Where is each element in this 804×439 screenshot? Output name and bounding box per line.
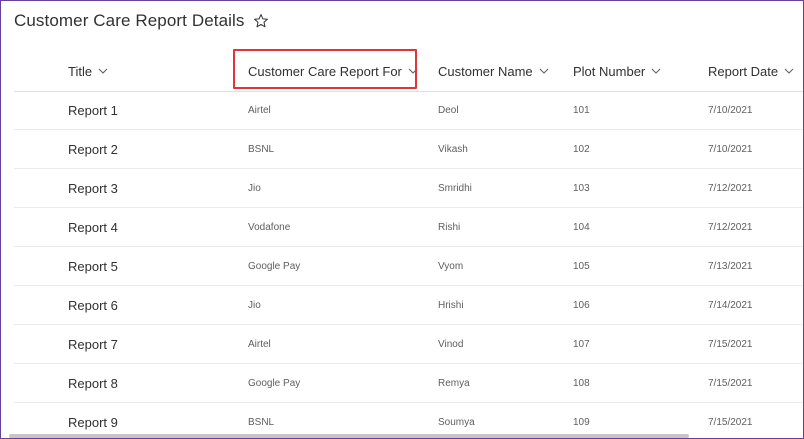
column-header-label: Customer Care Report For: [248, 63, 402, 79]
cell-title[interactable]: Report 4: [68, 208, 118, 246]
cell-plot-number: 103: [573, 182, 590, 194]
cell-plot-number: 105: [573, 260, 590, 272]
table-row[interactable]: Report 3 Jio Smridhi 103 7/12/2021: [14, 169, 803, 208]
cell-plot-number: 104: [573, 221, 590, 233]
cell-title[interactable]: Report 7: [68, 325, 118, 363]
cell-report-for: Vodafone: [248, 221, 291, 233]
cell-report-date: 7/15/2021: [708, 377, 753, 389]
cell-title[interactable]: Report 1: [68, 91, 118, 129]
cell-customer-name: Hrishi: [438, 299, 464, 311]
column-header-customer-name[interactable]: Customer Name: [438, 51, 549, 91]
column-header-plot-number[interactable]: Plot Number: [573, 51, 661, 91]
table-row[interactable]: Report 2 BSNL Vikash 102 7/10/2021: [14, 130, 803, 169]
cell-customer-name: Smridhi: [438, 182, 472, 194]
cell-customer-name: Vyom: [438, 260, 464, 272]
cell-title[interactable]: Report 5: [68, 247, 118, 285]
cell-plot-number: 108: [573, 377, 590, 389]
table-row[interactable]: Report 1 Airtel Deol 101 7/10/2021: [14, 91, 803, 130]
star-outline-icon[interactable]: [253, 13, 269, 29]
column-header-row: Title Customer Care Report For Customer …: [14, 51, 803, 92]
table-row[interactable]: Report 7 Airtel Vinod 107 7/15/2021: [14, 325, 803, 364]
cell-report-date: 7/12/2021: [708, 221, 753, 233]
cell-report-for: BSNL: [248, 143, 275, 155]
column-header-label: Plot Number: [573, 63, 646, 79]
cell-title[interactable]: Report 6: [68, 286, 118, 324]
page-title: Customer Care Report Details: [14, 11, 245, 30]
cell-customer-name: Vinod: [438, 338, 464, 350]
cell-customer-name: Rishi: [438, 221, 461, 233]
column-header-report-date[interactable]: Report Date: [708, 51, 794, 91]
cell-title[interactable]: Report 8: [68, 364, 118, 402]
cell-report-for: Jio: [248, 182, 261, 194]
title-row: Customer Care Report Details: [14, 9, 269, 33]
cell-plot-number: 102: [573, 143, 590, 155]
cell-report-date: 7/13/2021: [708, 260, 753, 272]
cell-report-for: Airtel: [248, 104, 271, 116]
table-row[interactable]: Report 6 Jio Hrishi 106 7/14/2021: [14, 286, 803, 325]
list-view-frame: Customer Care Report Details Title Custo…: [0, 0, 804, 439]
chevron-down-icon: [539, 66, 549, 76]
table-row[interactable]: Report 8 Google Pay Remya 108 7/15/2021: [14, 364, 803, 403]
table-body: Report 1 Airtel Deol 101 7/10/2021 Repor…: [14, 91, 803, 438]
cell-report-for: Google Pay: [248, 377, 301, 389]
cell-customer-name: Remya: [438, 377, 470, 389]
chevron-down-icon: [408, 66, 418, 76]
cell-plot-number: 101: [573, 104, 590, 116]
table-row[interactable]: Report 4 Vodafone Rishi 104 7/12/2021: [14, 208, 803, 247]
column-header-label: Report Date: [708, 63, 779, 79]
cell-customer-name: Vikash: [438, 143, 468, 155]
cell-customer-name: Deol: [438, 104, 459, 116]
cell-report-for: Airtel: [248, 338, 271, 350]
cell-report-for: Jio: [248, 299, 261, 311]
cell-report-date: 7/10/2021: [708, 143, 753, 155]
column-header-label: Title: [68, 63, 93, 79]
cell-report-date: 7/15/2021: [708, 416, 753, 428]
column-header-label: Customer Name: [438, 63, 533, 79]
cell-title[interactable]: Report 3: [68, 169, 118, 207]
cell-report-date: 7/15/2021: [708, 338, 753, 350]
cell-report-date: 7/14/2021: [708, 299, 753, 311]
cell-title[interactable]: Report 2: [68, 130, 118, 168]
column-header-title[interactable]: Title: [68, 51, 108, 91]
chevron-down-icon: [98, 66, 108, 76]
cell-plot-number: 107: [573, 338, 590, 350]
cell-report-date: 7/10/2021: [708, 104, 753, 116]
chevron-down-icon: [784, 66, 794, 76]
column-header-report-for[interactable]: Customer Care Report For: [248, 51, 418, 91]
cell-report-date: 7/12/2021: [708, 182, 753, 194]
table-row[interactable]: Report 5 Google Pay Vyom 105 7/13/2021: [14, 247, 803, 286]
chevron-down-icon: [651, 66, 661, 76]
horizontal-scrollbar[interactable]: [9, 434, 689, 438]
cell-plot-number: 106: [573, 299, 590, 311]
cell-report-for: Google Pay: [248, 260, 301, 272]
